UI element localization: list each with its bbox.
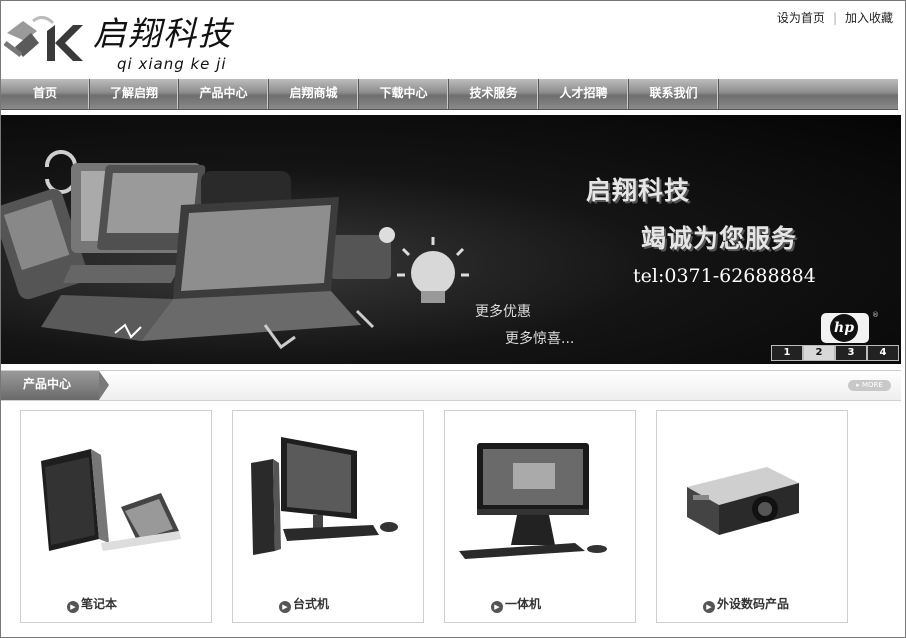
- top-links: 设为首页 | 加入收藏: [777, 9, 893, 26]
- logo-pinyin: qi xiang ke ji: [117, 55, 227, 73]
- badge-icon: [379, 227, 395, 243]
- printer-icon: [331, 235, 391, 279]
- hp-logo: hp: [821, 313, 869, 343]
- logo-mark-icon: [3, 16, 83, 61]
- hp-logo-text: hp: [830, 314, 858, 342]
- banner-slogan: 竭诚为您服务: [641, 224, 798, 253]
- hp-registered-mark: ®: [872, 311, 879, 319]
- nav-item-careers[interactable]: 人才招聘: [539, 79, 629, 109]
- banner-promo-2: 更多惊喜...: [505, 331, 575, 347]
- products-section-title: 产品中心: [23, 377, 72, 391]
- nav-item-products[interactable]: 产品中心: [179, 79, 269, 109]
- refresh-icon: [44, 149, 78, 195]
- arrow-right-icon: ▶: [703, 601, 715, 613]
- desktop-image-icon: [251, 437, 398, 555]
- arrow-right-icon: ▶: [67, 601, 79, 613]
- banner-promo-1: 更多优惠: [475, 304, 531, 320]
- slide-button-4[interactable]: 4: [867, 345, 899, 361]
- set-homepage-link[interactable]: 设为首页: [777, 11, 825, 25]
- products-section-header: 产品中心 ▸ MORE: [1, 370, 901, 401]
- logo-name: 启翔科技: [93, 14, 233, 53]
- top-links-divider: |: [832, 11, 837, 25]
- more-button[interactable]: ▸ MORE: [848, 380, 891, 391]
- nav-item-download[interactable]: 下载中心: [359, 79, 449, 109]
- nav-item-shop[interactable]: 启翔商城: [269, 79, 359, 109]
- lightbulb-icon: [397, 237, 469, 303]
- logo[interactable]: 启翔科技 qi xiang ke ji: [3, 3, 253, 77]
- arrow-right-icon: ▶: [491, 601, 503, 613]
- product-label-all-in-one: ▶ 一体机: [491, 595, 541, 613]
- more-button-label: MORE: [861, 381, 883, 389]
- tab-arrow-icon: [99, 371, 109, 400]
- nav-item-tech-service[interactable]: 技术服务: [449, 79, 539, 109]
- banner-title: 启翔科技: [586, 176, 691, 205]
- nav-item-home[interactable]: 首页: [1, 79, 90, 109]
- product-label-laptop: ▶ 笔记本: [67, 595, 117, 613]
- banner-devices-image: [1, 149, 469, 350]
- product-card-laptop[interactable]: ▶ 笔记本: [20, 410, 212, 623]
- hero-banner[interactable]: 启翔科技 竭诚为您服务 tel:0371-62688884 更多优惠 更多惊喜.…: [1, 115, 901, 364]
- slide-button-3[interactable]: 3: [835, 345, 867, 361]
- products-section-tab[interactable]: 产品中心: [1, 371, 99, 400]
- all-in-one-image-icon: [459, 443, 607, 559]
- arrow-right-icon: ▶: [279, 601, 291, 613]
- page: 启翔科技 qi xiang ke ji 设为首页 | 加入收藏 首页 了解启翔 产品…: [0, 0, 906, 638]
- keyboard-icon: [63, 265, 181, 283]
- header: 启翔科技 qi xiang ke ji 设为首页 | 加入收藏: [1, 1, 905, 79]
- laptop-image-icon: [41, 449, 181, 551]
- nav-item-about[interactable]: 了解启翔: [90, 79, 179, 109]
- product-label-peripherals: ▶ 外设数码产品: [703, 595, 789, 613]
- banner-phone: tel:0371-62688884: [633, 265, 816, 287]
- product-card-peripherals[interactable]: ▶ 外设数码产品: [656, 410, 848, 623]
- product-card-all-in-one[interactable]: ▶ 一体机: [444, 410, 636, 623]
- projector-image-icon: [687, 467, 799, 535]
- product-card-desktop[interactable]: ▶ 台式机: [232, 410, 424, 623]
- product-label-desktop: ▶ 台式机: [279, 595, 329, 613]
- slide-button-2[interactable]: 2: [803, 345, 835, 361]
- add-favorite-link[interactable]: 加入收藏: [845, 11, 893, 25]
- nav-item-contact[interactable]: 联系我们: [629, 79, 719, 109]
- slide-button-1[interactable]: 1: [771, 345, 803, 361]
- main-nav: 首页 了解启翔 产品中心 启翔商城 下载中心 技术服务 人才招聘 联系我们: [1, 79, 898, 110]
